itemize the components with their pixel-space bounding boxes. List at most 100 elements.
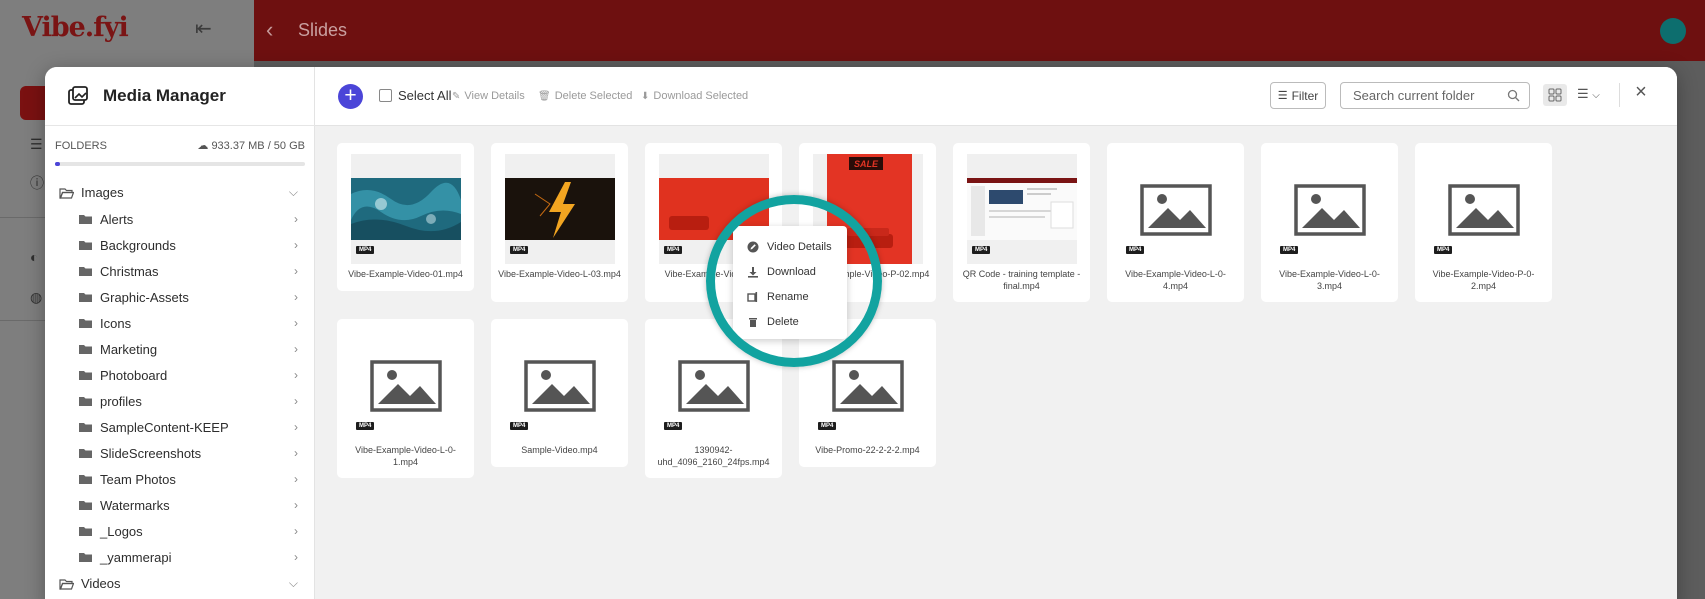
folder-item[interactable]: _yammerapi › [55, 544, 310, 570]
storage-usage: ☁ 933.37 MB / 50 GB [197, 139, 305, 152]
chevron-down-icon[interactable]: ⌵ [289, 185, 298, 200]
folder-icon [78, 473, 93, 485]
checkbox-icon[interactable] [379, 89, 392, 102]
file-card[interactable]: MP4 Vibe-Example-Video-L-0-3.mp4 [1261, 143, 1398, 302]
folder-label: Videos [81, 576, 121, 591]
folder-item[interactable]: Photoboard › [55, 362, 310, 388]
filter-button[interactable]: ☰ Filter [1270, 82, 1326, 109]
select-all-checkbox[interactable]: Select All [379, 88, 451, 103]
chevron-right-icon[interactable]: › [294, 550, 298, 564]
folder-item[interactable]: Alerts › [55, 206, 310, 232]
image-placeholder-icon [832, 360, 904, 412]
app-logo[interactable]: Vibe.fyi [22, 12, 129, 43]
file-name: Sample-Video.mp4 [521, 445, 598, 455]
file-name: Vibe-Promo-22-2-2-2.mp4 [815, 445, 920, 455]
info-icon[interactable]: ⓘ [30, 176, 44, 190]
folder-item[interactable]: Backgrounds › [55, 232, 310, 258]
pencil-icon [747, 241, 759, 253]
folder-item[interactable]: SampleContent-KEEP › [55, 414, 310, 440]
context-menu-item[interactable]: Download [733, 259, 847, 285]
context-menu-label: Download [767, 266, 816, 278]
chevron-right-icon[interactable]: › [294, 420, 298, 434]
modal-header: Media Manager [45, 67, 315, 126]
folder-item[interactable]: Team Photos › [55, 466, 310, 492]
folders-header: FOLDERS ☁ 933.37 MB / 50 GB [55, 139, 305, 153]
file-card[interactable]: MP4 QR Code - training template - final.m… [953, 143, 1090, 302]
folder-item[interactable]: Images ⌵ [55, 179, 310, 206]
chevron-right-icon[interactable]: › [294, 290, 298, 304]
chevron-right-icon[interactable]: › [294, 446, 298, 460]
folder-tree: Images ⌵ Alerts › Backgrounds › Christmas › Grap… [55, 179, 310, 597]
delete-selected-label: Delete Selected [554, 90, 633, 102]
file-card[interactable]: MP4 Sample-Video.mp4 [491, 319, 628, 467]
file-type-badge: MP4 [1434, 246, 1453, 254]
file-name: Vibe-Example-Video-L-0-1.mp4 [355, 445, 456, 467]
file-card[interactable]: MP4 Vibe-Example-Video-L-0-1.mp4 [337, 319, 474, 478]
folder-item[interactable]: Icons › [55, 310, 310, 336]
add-button[interactable]: + [338, 84, 363, 109]
chevron-right-icon[interactable]: › [294, 368, 298, 382]
folder-label: Watermarks [100, 497, 170, 513]
sale-text: SALE [854, 159, 879, 169]
view-details-label: View Details [464, 90, 525, 102]
list-icon[interactable]: ☰ [30, 137, 44, 151]
chevron-right-icon[interactable]: › [294, 316, 298, 330]
toolbar-divider [1619, 83, 1620, 107]
folder-icon [78, 291, 93, 303]
file-card[interactable]: MP4 Vibe-Example-Video-P-0-2.mp4 [1415, 143, 1552, 302]
chevron-right-icon[interactable]: › [294, 342, 298, 356]
folder-icon [78, 265, 93, 277]
view-details-button[interactable]: ✎ View Details [452, 90, 525, 102]
filter-icon: ☰ [1277, 90, 1288, 102]
file-type-badge: MP4 [664, 246, 683, 254]
globe-icon[interactable]: ◍ [30, 290, 44, 304]
storage-text: 933.37 MB / 50 GB [211, 140, 305, 152]
folder-item[interactable]: _Logos › [55, 518, 310, 544]
chevron-right-icon[interactable]: › [294, 472, 298, 486]
search-icon[interactable] [1507, 89, 1520, 102]
folder-item[interactable]: Marketing › [55, 336, 310, 362]
list-view-dropdown[interactable]: ☰ ⌵ [1577, 86, 1607, 104]
chevron-right-icon[interactable]: › [294, 264, 298, 278]
palette-icon[interactable]: ◐ [30, 250, 44, 264]
chevron-right-icon[interactable]: › [294, 212, 298, 226]
folder-label: Images [81, 185, 124, 200]
chevron-down-icon: ⌵ [1592, 90, 1600, 101]
folder-item[interactable]: Christmas › [55, 258, 310, 284]
folder-label: _yammerapi [100, 549, 172, 565]
folder-item[interactable]: Watermarks › [55, 492, 310, 518]
folder-item[interactable]: profiles › [55, 388, 310, 414]
file-card[interactable]: MP4 1390942-uhd_4096_2160_24fps.mp4 [645, 319, 782, 478]
back-arrow-icon[interactable]: ‹ [266, 18, 273, 42]
avatar[interactable] [1660, 18, 1686, 44]
file-card[interactable]: MP4 Vibe-Example-Video-L-0-4.mp4 [1107, 143, 1244, 302]
context-menu-item[interactable]: Video Details [733, 234, 847, 260]
folder-icon [78, 213, 93, 225]
folder-label: Backgrounds [100, 237, 176, 253]
folder-item[interactable]: Graphic-Assets › [55, 284, 310, 310]
file-card[interactable]: MP4 Vibe-Example-Video-L-03.mp4 [491, 143, 628, 302]
context-menu-item[interactable]: Delete [733, 309, 847, 335]
folder-item[interactable]: Videos ⌵ [55, 570, 310, 597]
file-card[interactable]: MP4 Vibe-Promo-22-2-2-2.mp4 [799, 319, 936, 467]
folder-item[interactable]: SlideScreenshots › [55, 440, 310, 466]
context-menu-item[interactable]: Rename [733, 284, 847, 310]
close-button[interactable]: × [1630, 81, 1652, 107]
chevron-right-icon[interactable]: › [294, 238, 298, 252]
folder-icon [78, 369, 93, 381]
delete-selected-button[interactable]: 🗑︎ Delete Selected [538, 90, 632, 102]
grid-view-button[interactable] [1543, 84, 1567, 106]
chevron-right-icon[interactable]: › [294, 498, 298, 512]
chevron-down-icon[interactable]: ⌵ [289, 576, 298, 591]
chevron-right-icon[interactable]: › [294, 524, 298, 538]
folders-label: FOLDERS [55, 139, 107, 152]
context-menu-label: Video Details [767, 241, 832, 253]
search-input[interactable]: Search current folder [1340, 82, 1530, 109]
download-selected-button[interactable]: ⬇︎ Download Selected [641, 90, 748, 102]
file-type-badge: MP4 [1126, 246, 1145, 254]
file-card[interactable]: MP4 Vibe-Example-Video-01.mp4 [337, 143, 474, 291]
search-placeholder: Search current folder [1353, 88, 1475, 103]
download-selected-label: Download Selected [653, 90, 749, 102]
chevron-right-icon[interactable]: › [294, 394, 298, 408]
collapse-sidebar-icon[interactable]: ⇤ [195, 18, 225, 40]
